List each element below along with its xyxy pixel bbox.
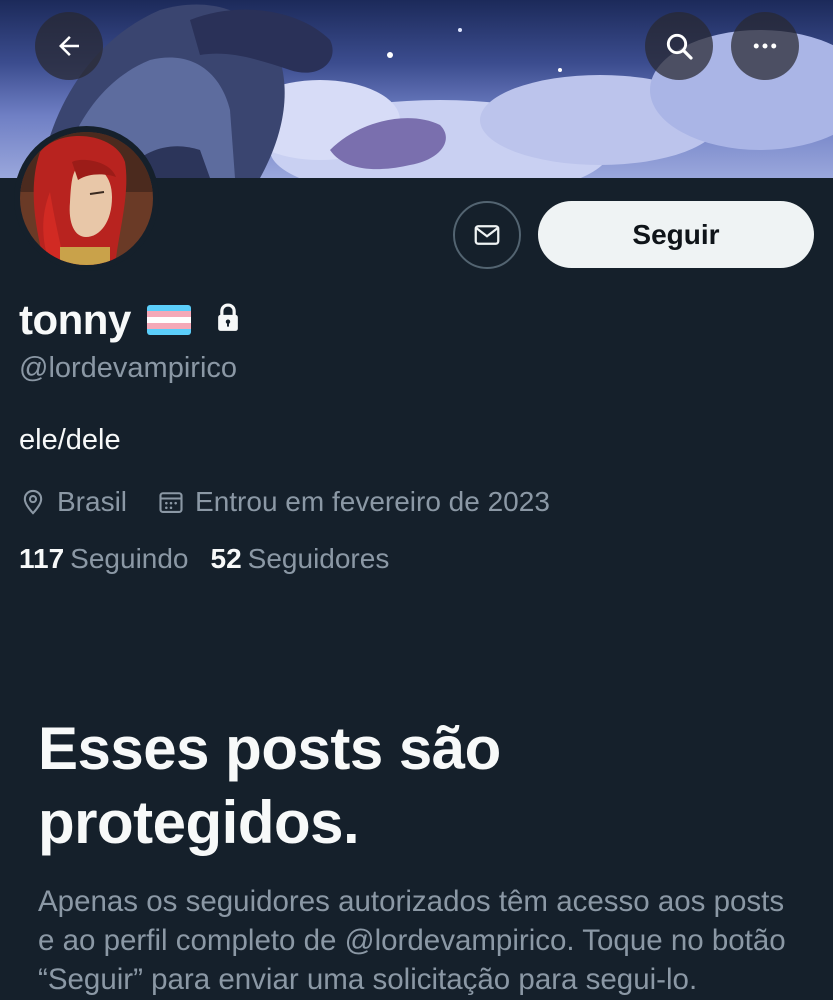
bio-text: ele/dele (19, 424, 121, 456)
back-button[interactable] (35, 12, 103, 80)
location-pin-icon (23, 489, 43, 515)
arrow-left-icon (59, 36, 79, 56)
protected-posts-notice: Esses posts são protegidos. Apenas os se… (38, 712, 798, 999)
location-item: Brasil (19, 486, 127, 518)
more-options-button[interactable] (731, 12, 799, 80)
follow-stats: 117 Seguindo 52 Seguidores (19, 543, 389, 575)
more-horizontal-icon (753, 43, 777, 49)
profile-meta: Brasil Entrou em fevereiro de 2023 (19, 482, 550, 522)
lock-icon (213, 302, 243, 339)
message-button[interactable] (453, 201, 521, 269)
calendar-icon (159, 492, 183, 513)
search-icon (666, 33, 693, 60)
following-link[interactable]: 117 Seguindo (19, 543, 189, 575)
protected-description: Apenas os seguidores autorizados têm ace… (38, 885, 786, 996)
follow-button[interactable]: Seguir (538, 201, 814, 268)
followers-count: 52 (210, 543, 242, 574)
followers-link[interactable]: 52 Seguidores (211, 543, 390, 575)
protected-title: Esses posts são protegidos. (38, 715, 501, 856)
followers-label: Seguidores (247, 543, 390, 574)
display-name-row: tonny (19, 292, 243, 348)
location-text: Brasil (57, 486, 128, 517)
joined-item: Entrou em fevereiro de 2023 (157, 486, 550, 518)
search-button[interactable] (645, 12, 713, 80)
transgender-flag-emoji (146, 305, 191, 335)
following-label: Seguindo (70, 543, 189, 574)
avatar[interactable] (14, 126, 159, 271)
envelope-icon (474, 225, 500, 245)
user-handle: @lordevampirico (19, 352, 238, 384)
avatar-image (20, 132, 153, 265)
joined-text: Entrou em fevereiro de 2023 (195, 486, 550, 517)
following-count: 117 (19, 543, 65, 574)
display-name: tonny (19, 296, 131, 343)
